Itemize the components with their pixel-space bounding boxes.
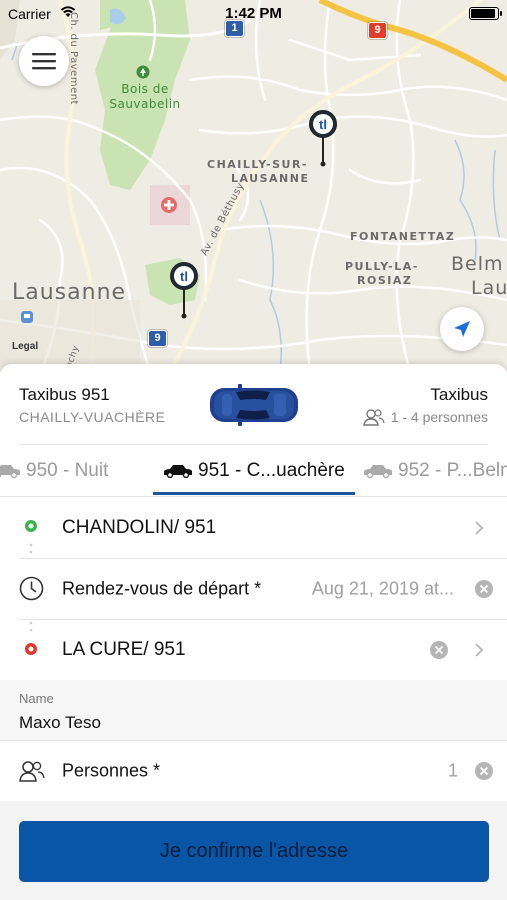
hamburger-icon <box>32 53 56 70</box>
route-dots-icon <box>29 621 33 632</box>
people-icon <box>19 761 45 782</box>
map-park-label-line: Sauvabelin <box>109 97 181 111</box>
capacity-label: 1 - 4 personnes <box>390 409 488 425</box>
road-badge: 9 <box>148 330 167 347</box>
taxi-icon <box>0 465 20 478</box>
map-park-label-line: Bois de <box>121 82 169 96</box>
chevron-right-icon <box>475 642 484 657</box>
booking-sheet: Taxibus 951 CHAILLY-VUACHÈRE Taxibus 1 -… <box>0 364 507 900</box>
car-icon <box>210 384 298 426</box>
name-label: Name <box>19 691 54 706</box>
taxi-icon <box>164 465 192 478</box>
clear-icon[interactable] <box>474 761 494 781</box>
map-district-label: CHAILLY-SUR- LAUSANNE <box>207 158 309 186</box>
map-label-line: PULLY-LA- <box>345 260 419 273</box>
location-arrow-icon <box>454 321 470 337</box>
transit-icon <box>21 311 33 323</box>
name-value[interactable]: Maxo Teso <box>19 713 101 733</box>
tab-label: 952 - P...Belm <box>398 460 507 481</box>
persons-row[interactable]: Personnes * 1 <box>0 741 507 801</box>
capacity-info: 1 - 4 personnes <box>362 408 488 426</box>
hospital-icon <box>161 197 177 213</box>
route-subtitle: CHAILLY-VUACHÈRE <box>19 409 166 425</box>
persons-label: Personnes * <box>62 760 161 781</box>
stop-pin[interactable]: tl <box>169 261 199 321</box>
departure-row[interactable]: Rendez-vous de départ * Aug 21, 2019 at.… <box>0 558 507 619</box>
departure-value: Aug 21, 2019 at... <box>311 578 454 598</box>
map-street-label: Ch. du Pavement <box>68 12 79 105</box>
route-tabs: 950 - Nuit 951 - C...uachère 952 - P...B… <box>0 445 507 497</box>
map-label-line: Lau <box>471 277 507 299</box>
map-view[interactable]: Carrier 1:42 PM 1 9 9 Ch. du Pavement Av… <box>0 0 507 372</box>
tl-stop-icon: tl <box>309 110 337 167</box>
stop-pin[interactable]: tl <box>308 109 338 169</box>
clear-icon[interactable] <box>474 579 494 599</box>
footer: Je confirme l'adresse <box>0 801 507 900</box>
persons-value[interactable]: 1 <box>448 761 458 782</box>
active-tab-indicator <box>153 492 355 495</box>
clock-icon <box>19 576 44 601</box>
tab-label: 951 - C...uachère <box>198 460 345 481</box>
map-label-line: ROSIAZ <box>357 274 413 287</box>
chevron-right-icon <box>475 520 484 535</box>
destination-label: LA CURE/ 951 <box>62 638 186 660</box>
origin-label: CHANDOLIN/ 951 <box>62 516 217 538</box>
taxi-icon <box>364 465 392 478</box>
tab-label: 950 - Nuit <box>26 460 109 481</box>
origin-dot-icon <box>25 520 37 532</box>
stop-pin-label: tl <box>319 117 327 132</box>
service-type: Taxibus <box>430 385 488 404</box>
destination-dot-icon <box>25 643 37 655</box>
park-icon <box>136 65 150 79</box>
route-title: Taxibus 951 <box>19 385 110 404</box>
map-district-label: FONTANETTAZ <box>350 230 456 243</box>
map-city-label: Lausanne <box>12 280 127 305</box>
tab-951[interactable]: 951 - C...uachère <box>162 445 345 497</box>
clear-icon[interactable] <box>429 640 449 660</box>
destination-row[interactable]: LA CURE/ 951 <box>0 619 507 680</box>
stop-pin-label: tl <box>180 269 188 284</box>
tl-stop-icon: tl <box>170 262 198 319</box>
departure-label: Rendez-vous de départ * <box>62 578 262 598</box>
people-icon <box>362 409 385 426</box>
map-district-label: PULLY-LA- ROSIAZ <box>345 260 419 288</box>
menu-button[interactable] <box>19 36 69 86</box>
battery-level <box>471 9 495 18</box>
map-label-line: Belm <box>451 253 504 275</box>
road-badge: 1 <box>225 20 244 37</box>
battery-icon <box>469 7 502 20</box>
name-field[interactable]: Name Maxo Teso <box>0 680 507 740</box>
map-label-line: CHAILLY-SUR- <box>207 158 308 171</box>
route-dots-icon <box>29 543 33 554</box>
confirm-address-button[interactable]: Je confirme l'adresse <box>19 821 489 882</box>
map-park-label: Bois de Sauvabelin <box>100 82 190 112</box>
tab-952[interactable]: 952 - P...Belm <box>362 445 507 497</box>
locate-me-button[interactable] <box>440 307 484 351</box>
origin-row[interactable]: CHANDOLIN/ 951 <box>0 497 507 558</box>
map-city-label: Belm Lau <box>451 252 507 300</box>
map-legal-link[interactable]: Legal <box>12 341 38 352</box>
tab-950[interactable]: 950 - Nuit <box>0 445 108 497</box>
road-badge: 9 <box>368 22 387 39</box>
route-header: Taxibus 951 CHAILLY-VUACHÈRE Taxibus 1 -… <box>0 364 507 444</box>
map-label-line: LAUSANNE <box>231 172 310 185</box>
